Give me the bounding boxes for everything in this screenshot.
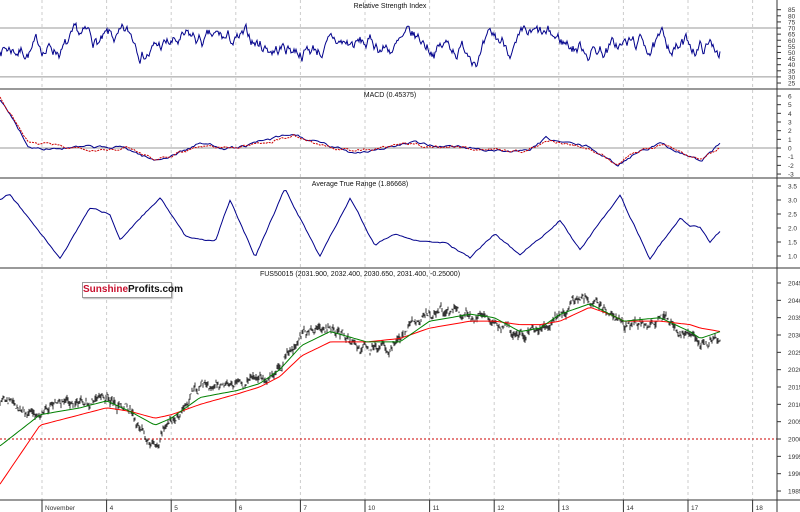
y-tick-label: 0 bbox=[788, 146, 792, 153]
x-tick-label: 10 bbox=[368, 505, 376, 512]
y-tick-label: 55 bbox=[788, 44, 796, 51]
y-tick-label: 4 bbox=[788, 111, 792, 118]
atr-line bbox=[0, 189, 721, 261]
y-tick-label: 3.0 bbox=[788, 198, 797, 205]
y-tick-label: 40 bbox=[788, 62, 796, 69]
y-tick-label: 50 bbox=[788, 50, 796, 57]
y-tick-label: 2.5 bbox=[788, 212, 797, 219]
y-tick-label: 2045 bbox=[788, 281, 800, 288]
panel-title: Average True Range (1.86668) bbox=[312, 181, 408, 188]
y-tick-label: 2.0 bbox=[788, 226, 797, 233]
y-tick-label: 2040 bbox=[788, 298, 800, 305]
y-tick-label: 2030 bbox=[788, 333, 800, 340]
y-tick-label: 2000 bbox=[788, 437, 800, 444]
y-tick-label: 35 bbox=[788, 68, 796, 75]
y-tick-label: 70 bbox=[788, 26, 796, 33]
chart-canvas: Relative Strength Index25303540455055606… bbox=[0, 0, 800, 512]
y-tick-label: 3 bbox=[788, 120, 792, 127]
x-tick-label: 17 bbox=[691, 505, 699, 512]
x-tick-label: 6 bbox=[239, 505, 243, 512]
y-tick-label: 2010 bbox=[788, 402, 800, 409]
y-tick-label: 45 bbox=[788, 56, 796, 63]
x-tick-label: 5 bbox=[174, 505, 178, 512]
y-tick-label: 1985 bbox=[788, 489, 800, 496]
x-tick-label: 7 bbox=[303, 505, 307, 512]
y-tick-label: -3 bbox=[788, 172, 794, 179]
y-tick-label: 3.5 bbox=[788, 184, 797, 191]
panel-title: Relative Strength Index bbox=[354, 3, 427, 10]
y-tick-label: 1.0 bbox=[788, 254, 797, 261]
rsi-line bbox=[0, 21, 721, 68]
y-tick-label: 1.5 bbox=[788, 240, 797, 247]
y-tick-label: 60 bbox=[788, 38, 796, 45]
y-tick-label: 5 bbox=[788, 102, 792, 109]
y-tick-label: 2035 bbox=[788, 315, 800, 322]
x-tick-label: 13 bbox=[562, 505, 570, 512]
y-tick-label: 85 bbox=[788, 7, 796, 14]
y-tick-label: 1990 bbox=[788, 471, 800, 478]
y-tick-label: 1995 bbox=[788, 454, 800, 461]
x-tick-label: 11 bbox=[433, 505, 440, 512]
y-tick-label: -1 bbox=[788, 154, 794, 161]
x-tick-label: 12 bbox=[497, 505, 505, 512]
y-tick-label: 1 bbox=[788, 137, 792, 144]
y-tick-label: 6 bbox=[788, 94, 792, 101]
y-tick-label: 2015 bbox=[788, 385, 800, 392]
signal-line bbox=[0, 96, 721, 166]
y-tick-label: 75 bbox=[788, 19, 796, 26]
fast-ma-line bbox=[0, 303, 721, 447]
x-tick-label: 18 bbox=[756, 505, 764, 512]
macd-line bbox=[0, 99, 721, 167]
x-tick-label: 4 bbox=[110, 505, 114, 512]
y-tick-label: 30 bbox=[788, 74, 796, 81]
y-tick-label: 2020 bbox=[788, 367, 800, 374]
y-tick-label: 2025 bbox=[788, 350, 800, 357]
y-tick-label: -2 bbox=[788, 163, 794, 170]
sunshine-profits-logo[interactable]: SunshineProfits.com bbox=[82, 282, 183, 298]
y-tick-label: 2 bbox=[788, 128, 792, 135]
y-tick-label: 65 bbox=[788, 32, 796, 39]
panel-title: MACD (0.45375) bbox=[364, 92, 417, 99]
x-tick-label: November bbox=[45, 505, 76, 512]
panel-title: FUS50015 (2031.900, 2032.400, 2030.650, … bbox=[260, 271, 460, 278]
y-tick-label: 80 bbox=[788, 13, 796, 20]
y-tick-label: 25 bbox=[788, 81, 796, 88]
y-tick-label: 2005 bbox=[788, 419, 800, 426]
x-tick-label: 14 bbox=[626, 505, 634, 512]
